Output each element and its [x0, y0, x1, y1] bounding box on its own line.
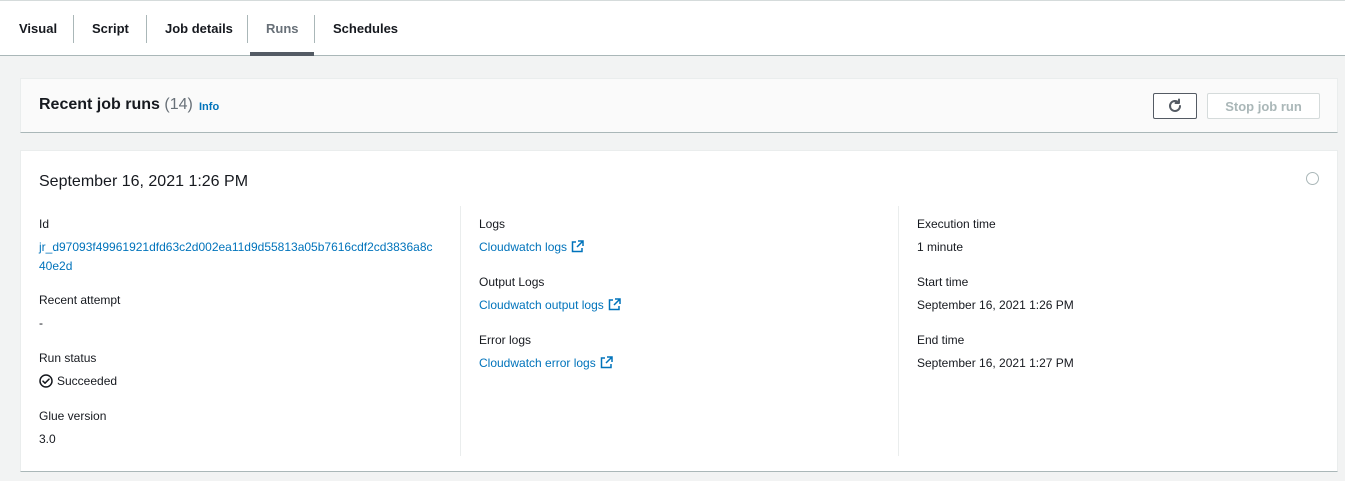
run-status-field: Run status Succeeded	[39, 350, 117, 390]
execution-time-field: Execution time 1 minute	[917, 216, 996, 256]
logs-field: Logs Cloudwatch logs	[479, 216, 584, 256]
column-divider	[898, 206, 899, 456]
run-status-text: Succeeded	[57, 374, 118, 388]
refresh-icon	[1169, 98, 1181, 112]
glue-version-value: 3.0	[39, 432, 56, 446]
recent-attempt-label: Recent attempt	[39, 293, 121, 307]
tab-script[interactable]: Script	[92, 1, 129, 56]
tab-schedules[interactable]: Schedules	[333, 1, 398, 56]
info-link[interactable]: Info	[199, 101, 219, 113]
cloudwatch-logs-link[interactable]: Cloudwatch logs	[479, 240, 567, 254]
error-logs-field: Error logs Cloudwatch error logs	[479, 332, 613, 372]
tab-divider	[247, 15, 248, 43]
run-count: (14)	[164, 96, 193, 113]
column-divider	[460, 206, 461, 456]
cloudwatch-output-logs-link[interactable]: Cloudwatch output logs	[479, 298, 604, 312]
tab-divider	[146, 15, 147, 43]
external-link-icon[interactable]	[608, 298, 621, 311]
tab-job-details[interactable]: Job details	[165, 1, 233, 56]
id-label: Id	[39, 217, 50, 231]
run-id-link[interactable]: jr_d97093f49961921dfd63c2d002ea11d9d5581…	[39, 238, 439, 276]
logs-label: Logs	[479, 217, 506, 231]
page-title: Recent job runs (14)	[39, 96, 193, 114]
end-time-label: End time	[917, 333, 965, 347]
run-select-radio[interactable]	[1306, 172, 1319, 185]
cloudwatch-error-logs-link[interactable]: Cloudwatch error logs	[479, 356, 596, 370]
start-time-label: Start time	[917, 275, 969, 289]
id-field: Id jr_d97093f49961921dfd63c2d002ea11d9d5…	[39, 216, 439, 276]
run-status-label: Run status	[39, 351, 97, 365]
execution-time-label: Execution time	[917, 217, 996, 231]
stop-job-run-button[interactable]: Stop job run	[1207, 93, 1320, 119]
recent-job-runs-header: Recent job runs (14) Info Stop job run	[20, 78, 1338, 133]
run-title: September 16, 2021 1:26 PM	[39, 173, 249, 190]
start-time-value: September 16, 2021 1:26 PM	[917, 298, 1074, 312]
end-time-value: September 16, 2021 1:27 PM	[917, 356, 1074, 370]
tab-divider	[73, 15, 74, 43]
error-logs-label: Error logs	[479, 333, 532, 347]
recent-attempt-value: -	[39, 316, 43, 330]
output-logs-label: Output Logs	[479, 275, 545, 289]
error-logs-link-row: Cloudwatch error logs	[479, 354, 613, 372]
tab-runs[interactable]: Runs	[266, 1, 299, 56]
logs-link-row: Cloudwatch logs	[479, 238, 584, 256]
external-link-icon[interactable]	[571, 240, 584, 253]
start-time-field: Start time September 16, 2021 1:26 PM	[917, 274, 1074, 314]
glue-version-label: Glue version	[39, 409, 107, 423]
output-logs-link-row: Cloudwatch output logs	[479, 296, 621, 314]
execution-time-value: 1 minute	[917, 240, 964, 254]
active-tab-indicator	[250, 52, 314, 56]
run-status-value: Succeeded	[39, 372, 117, 390]
end-time-field: End time September 16, 2021 1:27 PM	[917, 332, 1074, 372]
check-circle-icon	[39, 374, 53, 388]
tab-divider	[314, 15, 315, 43]
tab-bar: Visual Script Job details Runs Schedules	[0, 0, 1345, 56]
refresh-button[interactable]	[1153, 93, 1197, 119]
output-logs-field: Output Logs Cloudwatch output logs	[479, 274, 621, 314]
external-link-icon[interactable]	[600, 356, 613, 369]
recent-attempt-field: Recent attempt -	[39, 292, 120, 332]
glue-version-field: Glue version 3.0	[39, 408, 106, 448]
tab-visual[interactable]: Visual	[19, 1, 57, 56]
job-run-card: September 16, 2021 1:26 PM Id jr_d97093f…	[20, 150, 1338, 472]
header-title-text: Recent job runs	[39, 96, 160, 113]
